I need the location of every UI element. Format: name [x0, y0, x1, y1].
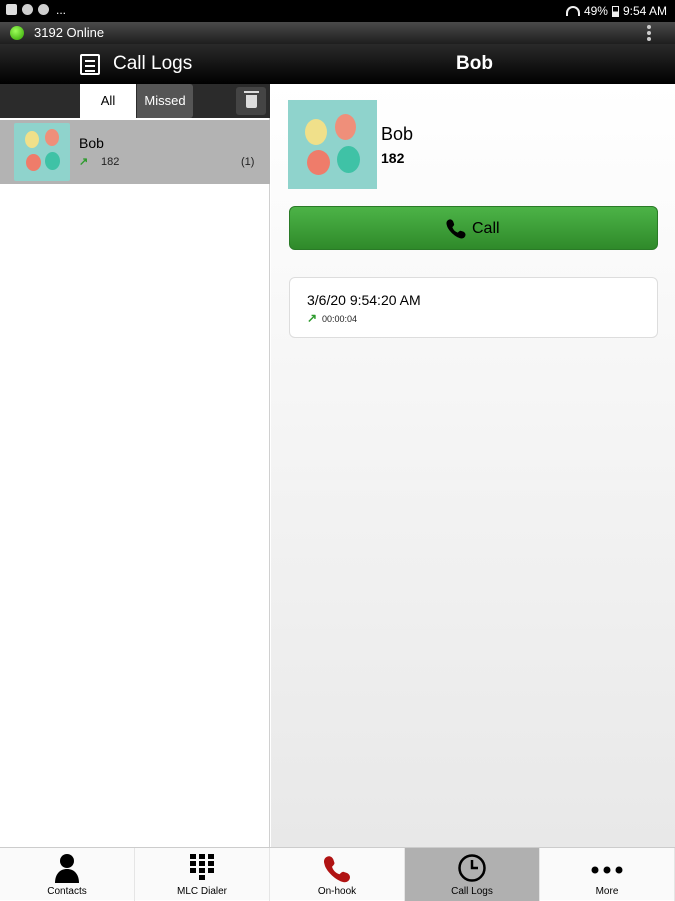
gallery-notification-icon: [6, 4, 17, 15]
avatar: [14, 123, 70, 181]
call-log-list-pane: All Missed Bob ↗ 182 (1): [0, 84, 270, 847]
nav-contacts[interactable]: Contacts: [0, 848, 135, 901]
tab-all[interactable]: All: [80, 84, 136, 118]
nav-label: Contacts: [47, 886, 87, 897]
call-logs-icon: [80, 54, 100, 75]
contact-number: 182: [101, 156, 120, 168]
battery-percent: 49%: [583, 4, 608, 18]
overflow-menu-icon[interactable]: [647, 25, 651, 41]
more-dots-icon: [591, 866, 623, 874]
wifi-icon: [565, 6, 580, 16]
online-status-icon: [10, 26, 24, 40]
phone-icon: [324, 856, 350, 883]
battery-icon: [611, 5, 619, 17]
delete-logs-button[interactable]: [236, 87, 266, 115]
nav-mlc-dialer[interactable]: MLC Dialer: [135, 848, 270, 901]
outgoing-call-icon: ↗: [79, 156, 89, 168]
call-detail-pane: [271, 84, 675, 847]
account-status-text: 3192 Online: [34, 25, 105, 40]
call-duration: 00:00:04: [322, 314, 358, 324]
nav-label: On-hook: [317, 886, 357, 897]
call-count: (1): [241, 156, 255, 168]
account-status-bar[interactable]: 3192 Online: [0, 22, 675, 44]
nav-on-hook[interactable]: On-hook: [270, 848, 405, 901]
nav-label: Call Logs: [451, 886, 493, 897]
app-notification-icon: [22, 4, 33, 15]
system-indicators: 49% 9:54 AM: [565, 4, 667, 18]
contact-name: Bob: [79, 135, 104, 151]
nav-call-logs[interactable]: Call Logs: [405, 848, 540, 901]
list-item[interactable]: Bob ↗ 182 (1): [0, 120, 270, 184]
call-button-label: Call: [472, 220, 500, 237]
nav-more[interactable]: More: [540, 848, 675, 901]
clock-time: 9:54 AM: [622, 4, 667, 18]
call-datetime: 3/6/20 9:54:20 AM: [307, 292, 421, 308]
tab-missed[interactable]: Missed: [137, 84, 193, 118]
nav-label: MLC Dialer: [176, 886, 227, 897]
page-title: Call Logs: [113, 53, 193, 74]
avatar: [288, 100, 377, 189]
filter-bar: All Missed: [0, 84, 270, 118]
nav-label: More: [595, 886, 619, 897]
more-notifications-indicator: ...: [56, 2, 67, 17]
system-status-bar: ... 49% 9:54 AM: [0, 0, 675, 22]
trash-icon: [244, 91, 259, 108]
clock-icon: [458, 854, 486, 882]
link-notification-icon: [38, 4, 49, 15]
bottom-navigation: Contacts MLC Dialer On-hook Call Logs Mo…: [0, 847, 675, 901]
person-icon: [55, 854, 79, 883]
dialpad-icon: [190, 854, 214, 880]
notification-icons: ...: [6, 2, 67, 17]
outgoing-call-icon: ↗: [307, 311, 318, 325]
detail-title: Bob: [456, 53, 493, 74]
phone-icon: [446, 219, 466, 239]
call-history-entry: 3/6/20 9:54:20 AM ↗ 00:00:04: [289, 277, 658, 338]
detail-contact-number: 182: [381, 150, 405, 166]
detail-contact-name: Bob: [381, 124, 414, 144]
title-bar: Call Logs Bob: [0, 44, 675, 84]
call-button[interactable]: Call: [289, 206, 658, 250]
